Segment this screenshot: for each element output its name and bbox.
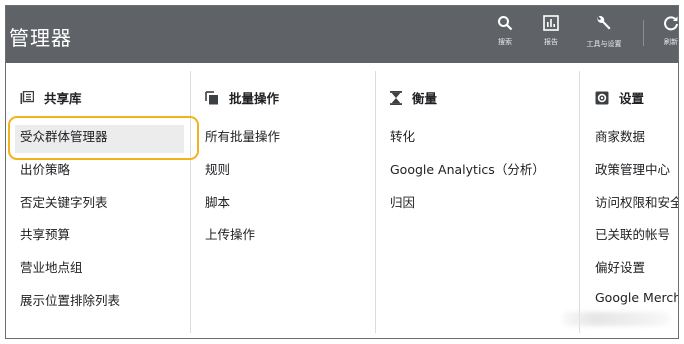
measurement-heading: 衡量 [390,88,437,107]
column-divider [579,71,580,333]
tools-settings-label: 工具与设置 [586,40,622,48]
reports-icon [543,15,559,31]
bulk-actions-heading: 批量操作 [205,88,279,107]
shared-library-title: 共享库 [44,91,82,106]
manager-window: 管理器 搜索 报告 工具与设置 刷新 共享库 受众群体管理器 出价策略 否定关键… [5,5,679,339]
shared-library-heading: 共享库 [20,88,82,107]
toolbar-divider [643,20,644,46]
reports-tool[interactable]: 报告 [538,15,564,47]
menu-item-attribution[interactable]: 归因 [390,192,415,211]
menu-item-conversions[interactable]: 转化 [390,126,415,145]
refresh-icon [664,16,678,31]
top-bar: 管理器 搜索 报告 工具与设置 刷新 [6,6,678,63]
setup-heading: 设置 [595,88,644,107]
watermark-blur [562,312,670,326]
menu-item-rules[interactable]: 规则 [205,159,230,178]
tools-settings-tool[interactable]: 工具与设置 [584,15,624,49]
search-label: 搜索 [498,38,512,46]
menu-item-preferences[interactable]: 偏好设置 [595,257,645,276]
menu-item-negative-keyword-lists[interactable]: 否定关键字列表 [20,192,108,211]
setup-title: 设置 [619,91,645,106]
highlight-ring [8,116,199,160]
search-icon [498,16,513,31]
menu-item-shared-budgets[interactable]: 共享预算 [20,224,70,243]
measurement-title: 衡量 [412,91,438,106]
column-divider [375,71,376,333]
menu-item-business-data[interactable]: 商家数据 [595,126,645,145]
reports-label: 报告 [544,38,558,46]
menu-item-bid-strategies[interactable]: 出价策略 [20,159,70,178]
copy-icon [205,90,218,104]
page-title: 管理器 [9,26,72,50]
menu-item-google-analytics[interactable]: Google Analytics（分析） [390,159,545,178]
menu-item-all-bulk-actions[interactable]: 所有批量操作 [205,126,280,145]
menu-item-scripts[interactable]: 脚本 [205,192,230,211]
menu-item-policy-manager[interactable]: 政策管理中心 [595,159,670,178]
refresh-tool[interactable]: 刷新 [658,15,678,47]
menu-item-uploads[interactable]: 上传操作 [205,224,255,243]
menu-item-access-and-security[interactable]: 访问权限和安全 [595,192,678,211]
menu-item-placement-exclusion-lists[interactable]: 展示位置排除列表 [20,290,120,309]
menu-item-google-merchant[interactable]: Google Merchant [595,290,678,305]
library-icon [20,90,34,104]
gear-icon [595,91,609,104]
menu-item-linked-accounts[interactable]: 已关联的帐号 [595,224,670,243]
column-divider [190,71,191,333]
refresh-label: 刷新 [664,38,678,46]
bulk-actions-title: 批量操作 [229,91,280,106]
menu-item-location-groups[interactable]: 营业地点组 [20,257,83,276]
hourglass-icon [390,90,402,105]
wrench-icon [597,16,611,30]
search-tool[interactable]: 搜索 [492,15,518,47]
